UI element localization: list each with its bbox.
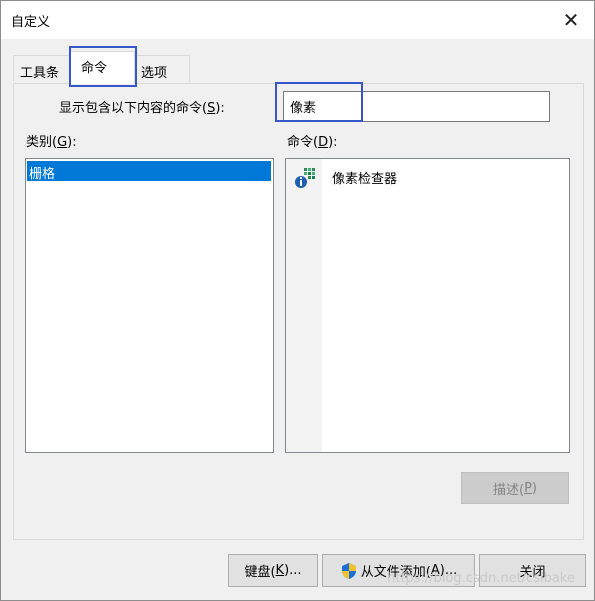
watermark: https://blog.csdn.net/csibake bbox=[387, 571, 575, 586]
list-item[interactable]: 栅格 bbox=[27, 161, 271, 182]
window-title: 自定义 bbox=[11, 15, 51, 30]
customize-dialog: 自定义 ✕ 工具条 命令 选项 显示包含以下内容的命令(S): 类别(G): 栅… bbox=[0, 0, 595, 601]
list-item[interactable]: 像素检查器 bbox=[290, 165, 560, 189]
tab-label: 命令 bbox=[81, 61, 108, 76]
categories-list[interactable]: 栅格 bbox=[25, 158, 274, 453]
categories-label: 类别(G): bbox=[26, 135, 77, 150]
tab-label: 选项 bbox=[141, 66, 168, 81]
command-label: 像素检查器 bbox=[332, 172, 398, 187]
tab-commands[interactable]: 命令 bbox=[70, 51, 135, 84]
close-icon[interactable]: ✕ bbox=[548, 1, 594, 39]
keyboard-button[interactable]: 键盘(K)... bbox=[228, 554, 318, 587]
commands-list[interactable]: 像素检查器 bbox=[285, 158, 570, 453]
uac-shield-icon bbox=[341, 562, 356, 579]
tab-toolbars[interactable]: 工具条 bbox=[13, 55, 71, 82]
filter-label: 显示包含以下内容的命令(S): bbox=[59, 101, 225, 116]
describe-button[interactable]: 描述(P) bbox=[461, 472, 569, 504]
commands-label: 命令(D): bbox=[287, 135, 338, 150]
filter-input[interactable] bbox=[283, 91, 550, 122]
tab-label: 工具条 bbox=[20, 66, 60, 81]
title-bar: 自定义 ✕ bbox=[1, 1, 594, 39]
icon-gutter bbox=[286, 159, 322, 452]
pixel-inspector-icon bbox=[295, 168, 315, 188]
tab-options[interactable]: 选项 bbox=[134, 55, 190, 82]
